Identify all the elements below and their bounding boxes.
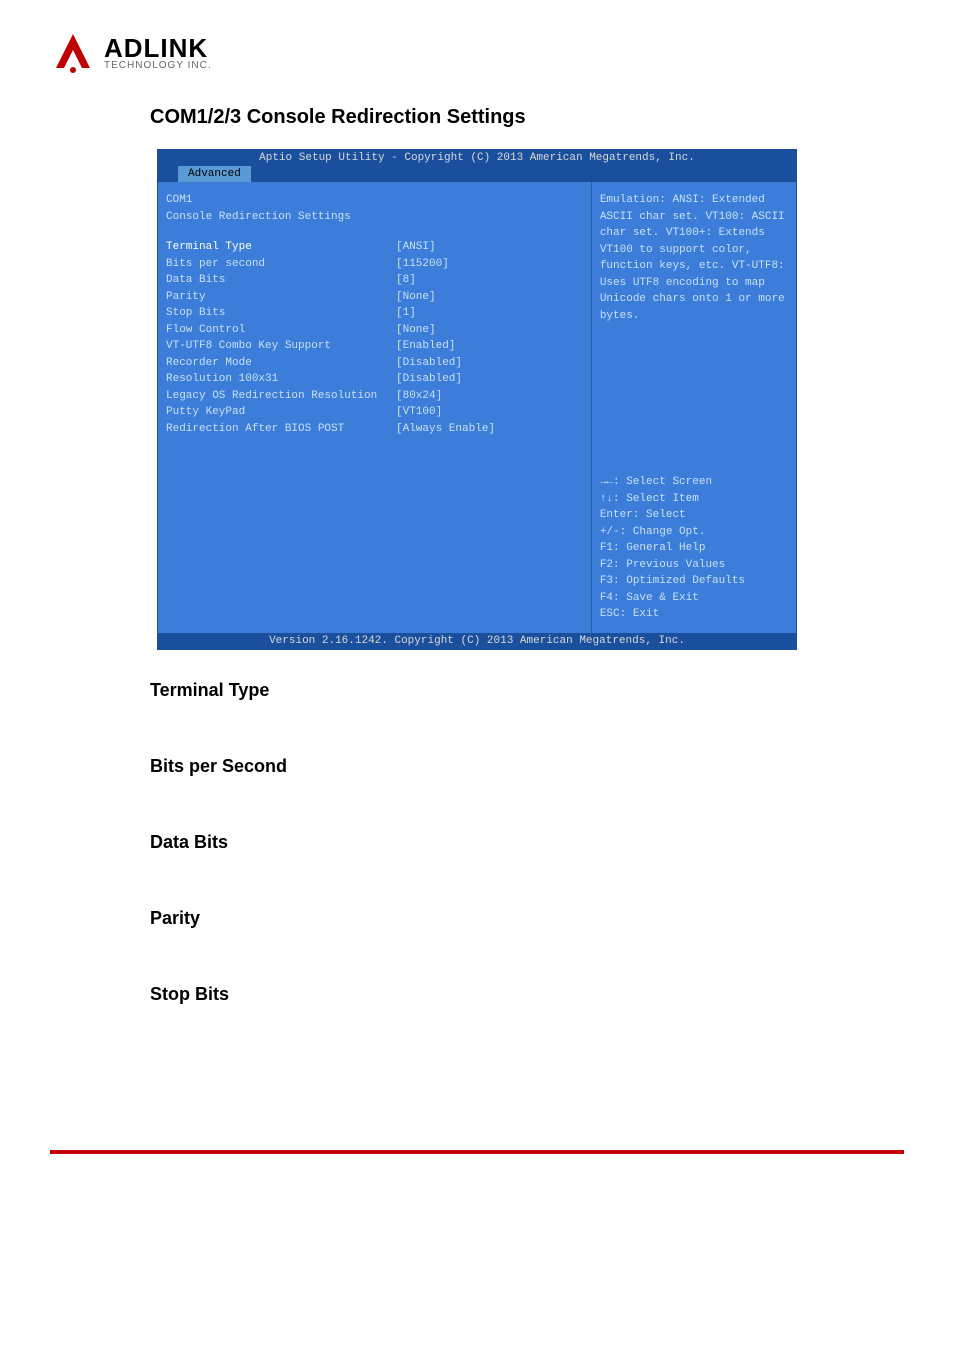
footer-bar [0,1150,954,1154]
bios-setting-label: Bits per second [166,256,396,273]
bios-tab-row: Advanced [158,166,796,182]
bios-main-panel: COM1 Console Redirection Settings Termin… [158,182,592,633]
bios-help-line: Uses UTF8 encoding to map [600,275,788,292]
bios-setting-value: [Disabled] [396,355,583,372]
bios-setting-value: [Disabled] [396,371,583,388]
bios-setting-row[interactable]: Flow Control[None] [166,322,583,339]
bios-nav-hint: ↑↓: Select Item [600,491,788,508]
bios-setting-row[interactable]: Redirection After BIOS POST[Always Enabl… [166,421,583,438]
bios-setting-row[interactable]: Data Bits[8] [166,272,583,289]
bios-setting-label: Data Bits [166,272,396,289]
logo-sub-text: TECHNOLOGY INC. [104,61,212,71]
bios-nav-hint: ESC: Exit [600,606,788,623]
bios-help-line: bytes. [600,308,788,325]
bios-setting-label: Recorder Mode [166,355,396,372]
bios-setting-value: [80x24] [396,388,583,405]
bios-footer: Version 2.16.1242. Copyright (C) 2013 Am… [158,633,796,649]
bios-setting-value: [None] [396,289,583,306]
adlink-logo-icon [50,30,96,76]
bios-setting-label: Putty KeyPad [166,404,396,421]
bios-nav-hint: +/-: Change Opt. [600,524,788,541]
bios-setting-value: [115200] [396,256,583,273]
bios-setting-row[interactable]: Parity[None] [166,289,583,306]
bios-setting-label: Legacy OS Redirection Resolution [166,388,396,405]
bios-setting-label: Resolution 100x31 [166,371,396,388]
bios-setting-row[interactable]: Terminal Type[ANSI] [166,239,583,256]
bios-nav-hint: Enter: Select [600,507,788,524]
bios-setting-value: [Enabled] [396,338,583,355]
bios-setting-row[interactable]: Stop Bits[1] [166,305,583,322]
bios-tab-advanced[interactable]: Advanced [178,166,251,182]
logo: ADLINK TECHNOLOGY INC. [50,30,904,76]
bios-help-line: VT100 to support color, [600,242,788,259]
bios-setting-value: [1] [396,305,583,322]
section-heading: Data Bits [150,832,904,853]
section-heading: Parity [150,908,904,929]
bios-setting-row[interactable]: Putty KeyPad[VT100] [166,404,583,421]
section-heading: Stop Bits [150,984,904,1005]
bios-help-line: ASCII char set. VT100: ASCII [600,209,788,226]
bios-setting-label: Parity [166,289,396,306]
bios-help-panel: Emulation: ANSI: ExtendedASCII char set.… [592,182,796,633]
bios-title: Aptio Setup Utility - Copyright (C) 2013… [158,150,796,166]
bios-help-line: Emulation: ANSI: Extended [600,192,788,209]
bios-setting-label: Terminal Type [166,239,396,256]
bios-setting-value: [ANSI] [396,239,583,256]
bios-setting-value: [None] [396,322,583,339]
bios-header-line: COM1 [166,192,396,209]
bios-setting-label: Flow Control [166,322,396,339]
bios-help-line: Unicode chars onto 1 or more [600,291,788,308]
bios-setting-row[interactable]: Bits per second[115200] [166,256,583,273]
bios-setting-label: VT-UTF8 Combo Key Support [166,338,396,355]
bios-setting-row[interactable]: Resolution 100x31[Disabled] [166,371,583,388]
bios-help-line: function keys, etc. VT-UTF8: [600,258,788,275]
bios-nav-hint: F3: Optimized Defaults [600,573,788,590]
bios-screenshot: Aptio Setup Utility - Copyright (C) 2013… [157,149,797,650]
bios-setting-row[interactable]: VT-UTF8 Combo Key Support[Enabled] [166,338,583,355]
logo-main-text: ADLINK [104,35,212,61]
bios-help-line: char set. VT100+: Extends [600,225,788,242]
bios-nav-hint: F1: General Help [600,540,788,557]
bios-setting-row[interactable]: Legacy OS Redirection Resolution[80x24] [166,388,583,405]
bios-setting-label: Redirection After BIOS POST [166,421,396,438]
bios-setting-value: [Always Enable] [396,421,583,438]
bios-setting-value: [8] [396,272,583,289]
page-title: COM1/2/3 Console Redirection Settings [150,106,904,129]
bios-setting-value: [VT100] [396,404,583,421]
bios-setting-row[interactable]: Recorder Mode[Disabled] [166,355,583,372]
section-heading: Terminal Type [150,680,904,701]
bios-nav-hint: F2: Previous Values [600,557,788,574]
bios-setting-label: Stop Bits [166,305,396,322]
bios-nav-hint: →←: Select Screen [600,474,788,491]
section-heading: Bits per Second [150,756,904,777]
bios-header-line: Console Redirection Settings [166,209,396,226]
bios-nav-hint: F4: Save & Exit [600,590,788,607]
